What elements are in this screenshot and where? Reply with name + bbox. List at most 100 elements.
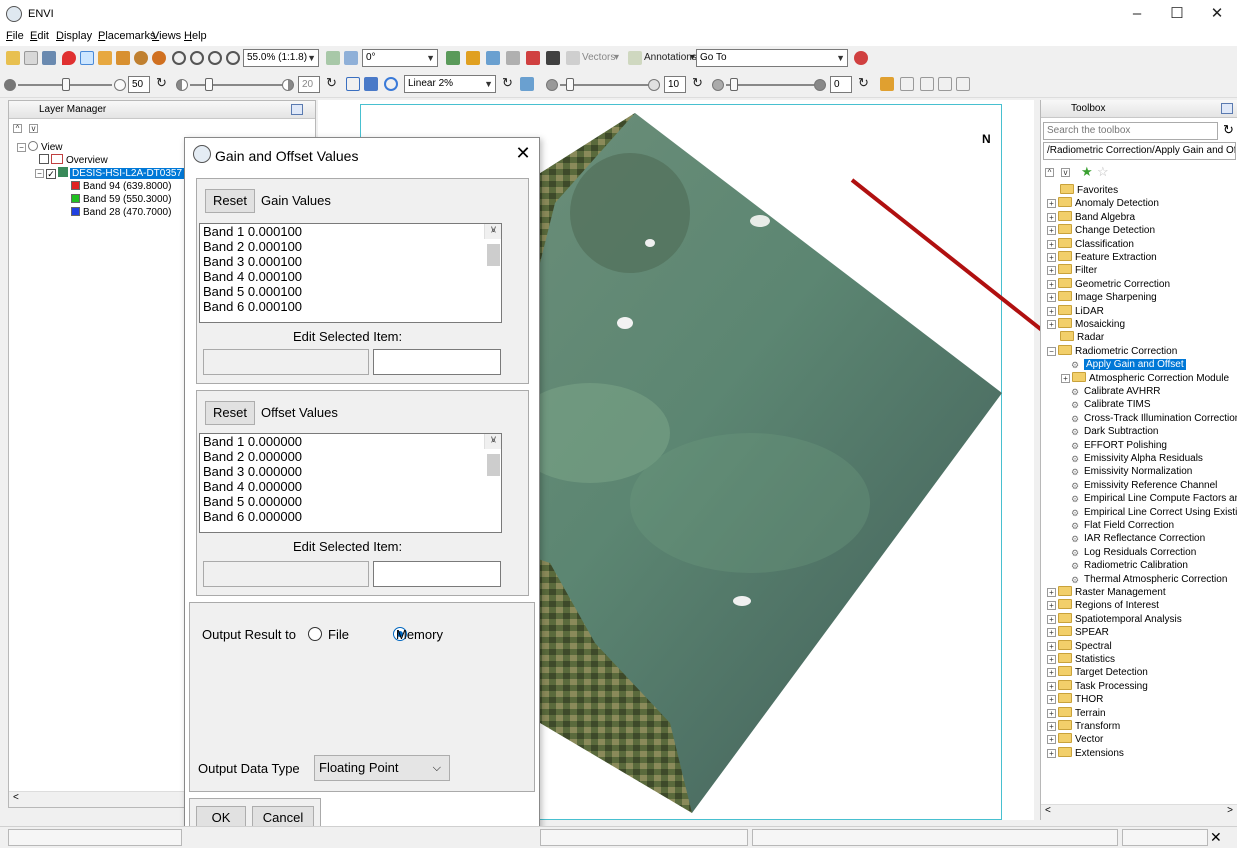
toolbox-folder[interactable]: + Task Processing [1047,679,1148,693]
list-item[interactable]: Band 1 0.000100 [200,224,501,239]
toolbox-folder[interactable]: + Target Detection [1047,666,1148,679]
toolbox-folder[interactable]: + Spectral [1047,639,1112,653]
dialog-close-button[interactable]: ✕ [511,143,535,164]
checkbox[interactable] [39,154,49,164]
toolbox-tool[interactable]: ⚙ Radiometric Calibration [1071,559,1188,572]
toolbox-folder[interactable]: + Anomaly Detection [1047,197,1159,210]
scroll-left-icon[interactable]: < [1045,805,1051,816]
tree-view-node[interactable]: − View [17,141,63,153]
transparency-slider-knob[interactable] [730,78,738,91]
toolbox-folder[interactable]: + Vector [1047,733,1103,746]
hand-icon[interactable] [446,51,460,65]
toolbox-folder[interactable]: + SPEAR [1047,626,1109,639]
dock-icon[interactable] [1221,103,1233,114]
profile-icon[interactable] [486,51,500,65]
toolbox-search-input[interactable]: Search the toolbox [1043,122,1218,140]
reset-contrast-icon[interactable]: ↻ [326,75,337,91]
expand-icon[interactable]: + [1047,695,1056,705]
reset-brightness-icon[interactable]: ↻ [156,75,167,91]
toolbox-folder[interactable]: + Band Algebra [1047,210,1135,224]
gain-reset-button[interactable]: Reset [205,189,255,213]
maximize-button[interactable]: ☐ [1157,0,1197,28]
toolbox-folder[interactable]: + Filter [1047,264,1097,277]
toolbox-tool[interactable]: ⚙ Apply Gain and Offset [1071,358,1186,371]
crosshair-icon[interactable] [152,51,166,65]
list-item[interactable]: Band 5 0.000000 [200,494,501,509]
expand-icon[interactable]: + [1061,373,1070,383]
menu-file[interactable]: File [6,30,24,42]
close-window-button[interactable]: ✕ [1197,0,1237,28]
rotate-icon[interactable] [134,51,148,65]
scroll-down-icon[interactable]: v [485,434,501,447]
expand-icon[interactable]: + [1047,320,1056,329]
stretch-combo[interactable]: Linear 2% ▼ [404,75,496,93]
toolbox-tool[interactable]: ⚙ Calibrate TIMS [1071,398,1151,411]
toolbox-tool[interactable]: ⚙ Flat Field Correction [1071,519,1174,532]
offset-listbox[interactable]: Band 1 0.000000 Band 2 0.000000 Band 3 0… [199,433,502,533]
zoom-icon[interactable] [172,51,186,65]
zoom-full-icon[interactable] [226,51,240,65]
expand-icon[interactable]: + [1047,306,1056,316]
spectral-icon[interactable] [506,51,520,65]
goto-combo[interactable]: Go To ▼ [696,49,848,67]
layout-2-icon[interactable] [920,77,934,91]
layer-icon[interactable] [42,51,56,65]
data-manager-icon[interactable] [24,51,38,65]
toolbox-folder[interactable]: + THOR [1047,693,1103,706]
expand-all-icon[interactable]: v [1061,168,1070,177]
toolbox-tool[interactable]: ⚙ Dark Subtraction [1071,425,1158,438]
expand-icon[interactable]: + [1047,708,1056,718]
contrast-value[interactable]: 20 [298,76,320,93]
toolbox-folder[interactable]: + Atmospheric Correction Module [1061,371,1229,385]
vector-table-icon[interactable] [546,51,560,65]
expand-icon[interactable]: + [1047,614,1056,624]
expand-icon[interactable]: + [1047,588,1056,597]
zoom-combo[interactable]: 55.0% (1:1.8) ▼ [243,49,319,67]
rotate-left-icon[interactable] [326,51,340,65]
pan-icon[interactable] [98,51,112,65]
scroll-right-icon[interactable]: > [1227,805,1233,816]
file-radio-label[interactable]: File [328,627,349,642]
toolbox-folder[interactable]: − Radiometric Correction [1047,344,1177,358]
expand-icon[interactable]: + [1047,601,1056,611]
toolbox-folder[interactable]: + Raster Management [1047,586,1166,599]
expand-icon[interactable]: + [1047,668,1056,678]
toolbox-folder[interactable]: + Image Sharpening [1047,291,1157,304]
list-item[interactable]: Band 6 0.000000 [200,509,501,524]
menu-edit[interactable]: Edit [30,30,49,42]
expand-icon[interactable]: + [1047,748,1056,758]
go-icon[interactable] [854,51,868,65]
file-radio[interactable] [308,627,322,641]
minimize-button[interactable]: – [1117,0,1157,28]
expand-icon[interactable]: + [1047,212,1056,222]
select-icon[interactable] [80,51,94,65]
pin-icon[interactable] [62,51,76,65]
toolbox-folder[interactable]: + LiDAR [1047,304,1104,318]
expand-icon[interactable]: + [1047,293,1056,303]
toolbox-folder[interactable]: + Terrain [1047,706,1106,720]
toolbox-folder[interactable]: + Spatiotemporal Analysis [1047,612,1182,626]
band-item-blue[interactable]: Band 28 (470.7000) [71,207,171,218]
expand-icon[interactable]: + [1047,628,1056,638]
remove-favorite-icon[interactable]: ☆ [1097,164,1109,180]
roi-icon[interactable] [526,51,540,65]
toolbox-folder[interactable]: Favorites [1047,184,1118,197]
expand-all-icon[interactable]: v [29,124,38,133]
rotate-right-icon[interactable] [344,51,358,65]
transparency-value[interactable]: 0 [830,76,852,93]
expand-icon[interactable]: + [1047,641,1056,651]
toolbox-hscroll[interactable]: < > [1041,804,1237,820]
expand-icon[interactable]: + [1047,279,1056,289]
list-item[interactable]: Band 2 0.000100 [200,239,501,254]
band-item-red[interactable]: Band 94 (639.8000) [71,181,171,192]
collapse-all-icon[interactable]: ^ [1045,168,1054,177]
brightness-value[interactable]: 50 [128,76,150,93]
zoom-out-icon[interactable] [208,51,222,65]
close-status-icon[interactable]: ✕ [1210,829,1222,846]
list-item[interactable]: Band 1 0.000000 [200,434,501,449]
stretch-type-icon[interactable] [384,77,398,91]
scroll-left-icon[interactable]: < [13,792,19,803]
stretch-icon[interactable] [346,77,360,91]
gain-item-value-field[interactable] [373,349,501,375]
list-item[interactable]: Band 4 0.000000 [200,479,501,494]
